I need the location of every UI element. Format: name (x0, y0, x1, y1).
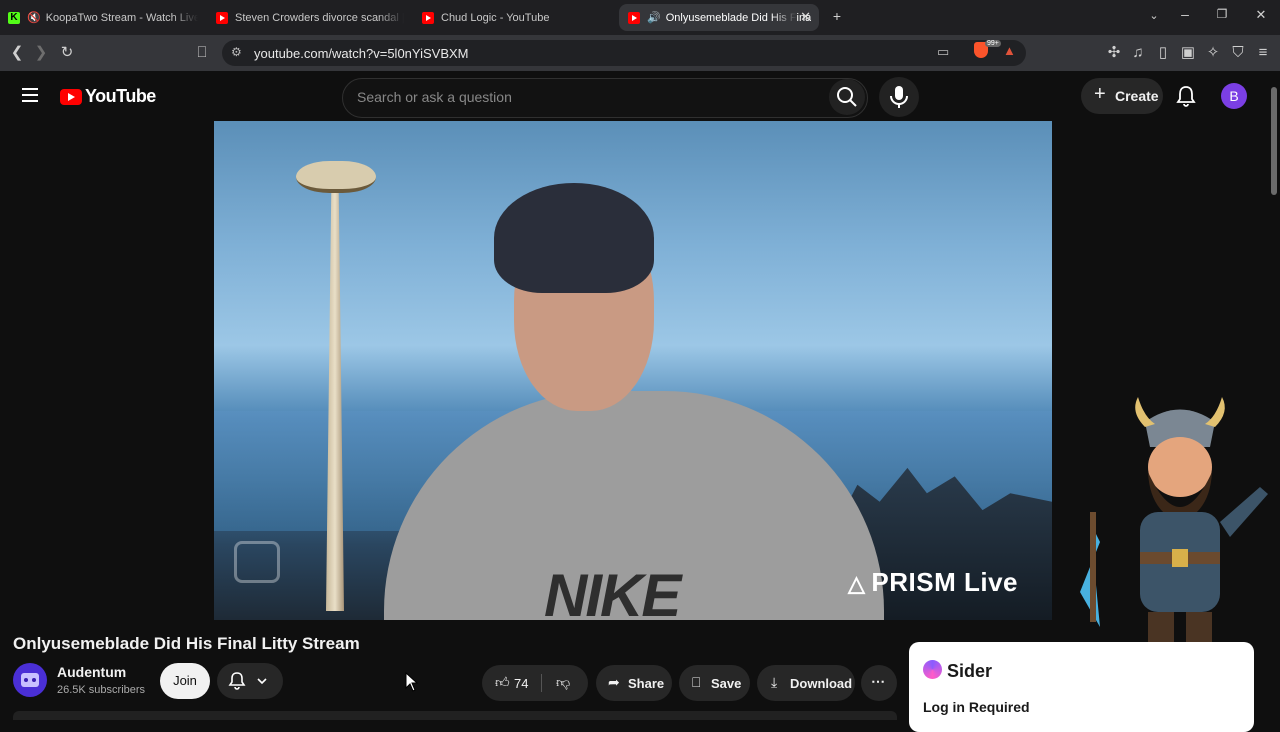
search-button[interactable] (829, 79, 865, 115)
media-icon[interactable]: ♫ (1128, 43, 1148, 63)
kick-icon: K (8, 11, 20, 24)
youtube-logo[interactable]: YouTube (60, 86, 156, 107)
tab-onlyusemeblade[interactable]: 🔊 Onlyusemeblade Did His Fina ✕ (619, 4, 819, 31)
robot-icon (21, 673, 39, 687)
channel-avatar[interactable] (13, 663, 47, 697)
video-scene-space-needle-top (296, 161, 376, 193)
sider-name: Sider (947, 661, 993, 681)
account-avatar[interactable]: B (1221, 83, 1247, 109)
shields-count-badge: 99+ (985, 40, 1001, 47)
extensions-icon[interactable]: ✣ (1104, 43, 1124, 63)
tab-title: Chud Logic - YouTube (441, 11, 550, 24)
notification-bell-icon (228, 672, 267, 690)
minimize-button[interactable]: – (1175, 6, 1195, 22)
url-text[interactable]: youtube.com/watch?v=5l0nYiSVBXM (254, 46, 469, 61)
like-dislike-group: 👍︎ 74 👎︎ (482, 665, 588, 701)
video-title: Onlyusemeblade Did His Final Litty Strea… (13, 634, 360, 653)
description-box-edge (13, 711, 897, 720)
sider-panel[interactable]: Sider Log in Required (909, 642, 1254, 732)
window-close-button[interactable]: ✕ (1251, 7, 1271, 23)
youtube-icon (422, 11, 434, 24)
download-icon: ⤓ (771, 674, 778, 690)
vpn-shield-icon[interactable]: ⛉ (1228, 43, 1248, 63)
tab-chud-logic[interactable]: Chud Logic - YouTube (422, 4, 612, 31)
prism-live-watermark: △ PRISM Live (848, 567, 1019, 597)
bookmark-save-icon: ⎕ (692, 674, 701, 690)
more-actions-button[interactable]: ⋯ (861, 665, 897, 701)
subscription-notifications-button[interactable] (217, 663, 283, 699)
cast-icon[interactable]: ▭ (937, 44, 949, 60)
youtube-icon (628, 11, 640, 24)
mute-icon[interactable]: 🔇 (27, 11, 41, 24)
reload-icon[interactable]: ↻ (57, 43, 77, 63)
video-scene-space-needle (326, 181, 344, 611)
search-placeholder: Search or ask a question (357, 89, 512, 105)
share-button[interactable]: ➦ Share (596, 665, 672, 701)
bell-icon (1176, 86, 1196, 107)
shirt-logo-graphic: NIKE (544, 562, 681, 620)
download-button[interactable]: ⤓ Download (757, 665, 855, 701)
plus-icon: + (1094, 83, 1106, 105)
leo-ai-icon[interactable]: ✧ (1203, 43, 1223, 63)
channel-name[interactable]: Audentum (57, 664, 126, 680)
tab-steven-crowder[interactable]: Steven Crowders divorce scandal | RE (216, 4, 404, 31)
new-tab-button[interactable]: + (827, 8, 847, 24)
forward-icon[interactable]: ❯ (31, 43, 51, 63)
join-button[interactable]: Join (160, 663, 210, 699)
sidebar-icon[interactable]: ▯ (1153, 43, 1173, 63)
sider-logo-icon (923, 660, 942, 679)
address-bar[interactable]: ⚙ youtube.com/watch?v=5l0nYiSVBXM ▭ 99+ … (222, 40, 1026, 66)
tab-koopatwo[interactable]: K 🔇 KoopaTwo Stream - Watch Live o (8, 4, 198, 31)
notifications-button[interactable] (1176, 85, 1196, 112)
restore-button[interactable]: ❐ (1212, 7, 1232, 21)
back-icon[interactable]: ❮ (7, 43, 27, 63)
browser-tab-bar: K 🔇 KoopaTwo Stream - Watch Live o Steve… (0, 0, 1280, 35)
youtube-icon (216, 11, 228, 24)
microphone-icon (890, 86, 908, 108)
create-button[interactable]: + Create (1081, 78, 1163, 114)
scrollbar-thumb[interactable] (1271, 87, 1277, 195)
thumbs-up-icon[interactable]: 👍︎ (495, 674, 510, 691)
tab-search-chevron-icon[interactable]: ⌄ (1144, 9, 1164, 22)
browser-toolbar: ❮ ❯ ↻ ⎕ ⚙ youtube.com/watch?v=5l0nYiSVBX… (0, 35, 1280, 71)
like-count[interactable]: 74 (514, 676, 528, 691)
more-horizontal-icon: ⋯ (871, 673, 885, 689)
youtube-header: YouTube Search or ask a question + Creat… (0, 71, 1280, 121)
menu-icon[interactable]: ≡ (1253, 43, 1273, 63)
brave-rewards-icon[interactable]: ▲ (1003, 43, 1016, 58)
youtube-play-icon (60, 88, 82, 105)
camera-switch-icon (234, 541, 280, 583)
sider-login-message[interactable]: Log in Required (923, 699, 1030, 715)
wallet-icon[interactable]: ▣ (1178, 43, 1198, 63)
subscriber-count: 26.5K subscribers (57, 684, 146, 696)
site-settings-icon[interactable]: ⚙ (231, 45, 242, 59)
thumbs-down-icon[interactable]: 👎︎ (556, 674, 570, 691)
audio-playing-icon[interactable]: 🔊 (647, 11, 661, 24)
save-button[interactable]: ⎕ Save (679, 665, 750, 701)
bookmark-icon[interactable]: ⎕ (192, 43, 212, 63)
mouse-cursor-icon (405, 672, 419, 692)
search-icon (837, 87, 857, 107)
video-player[interactable]: NIKE △ PRISM Live (214, 121, 1052, 620)
share-icon: ➦ (608, 674, 620, 690)
search-input[interactable]: Search or ask a question (342, 78, 868, 118)
video-scene-person-cap (494, 183, 654, 293)
voice-search-button[interactable] (879, 77, 919, 117)
hamburger-menu-icon[interactable] (22, 88, 38, 106)
close-tab-icon[interactable]: ✕ (800, 9, 811, 25)
